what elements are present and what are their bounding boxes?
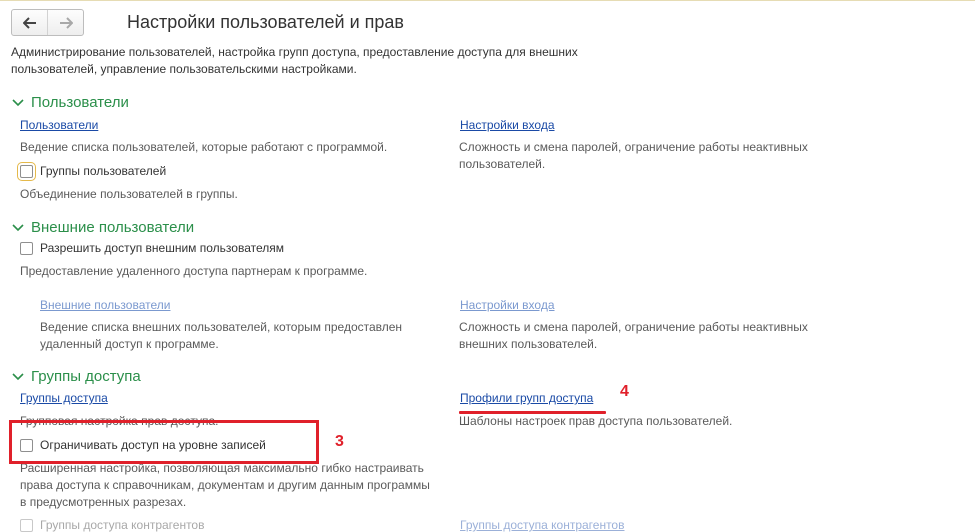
section-access-header[interactable]: Группы доступа <box>11 368 141 385</box>
nav-buttons <box>11 9 84 36</box>
chevron-down-icon <box>12 372 24 380</box>
contractor-groups-checkbox-row[interactable]: Группы доступа контрагентов <box>20 518 204 532</box>
external-login-settings-link[interactable]: Настройки входа <box>460 298 555 312</box>
annotation-highlight-box <box>9 420 319 464</box>
top-border <box>0 0 975 1</box>
section-external-header[interactable]: Внешние пользователи <box>11 219 194 236</box>
allow-external-checkbox[interactable] <box>20 241 33 255</box>
external-login-settings-description: Сложность и смена паролей, ограничение р… <box>459 320 808 351</box>
contractor-groups-label: Группы доступа контрагентов <box>40 518 205 532</box>
page-title: Настройки пользователей и прав <box>127 12 404 32</box>
contractor-groups-checkbox[interactable] <box>20 518 33 532</box>
user-groups-checkbox-row[interactable]: Группы пользователей <box>17 161 167 181</box>
external-users-link[interactable]: Внешние пользователи <box>40 298 170 312</box>
page-description: Администрирование пользователей, настрой… <box>11 45 578 76</box>
annotation-number-4: 4 <box>620 383 629 400</box>
login-settings-description: Сложность и смена паролей, ограничение р… <box>459 140 808 171</box>
external-users-description: Ведение списка внешних пользователей, ко… <box>40 320 403 351</box>
user-groups-description: Объединение пользователей в группы. <box>20 187 238 201</box>
chevron-down-icon <box>12 98 24 106</box>
annotation-number-3: 3 <box>335 433 344 450</box>
access-groups-link[interactable]: Группы доступа <box>20 391 108 405</box>
access-profiles-description: Шаблоны настроек прав доступа пользовате… <box>459 414 733 428</box>
user-groups-checkbox[interactable] <box>17 161 36 181</box>
access-profiles-link[interactable]: Профили групп доступа <box>460 391 593 405</box>
arrow-left-icon <box>22 16 36 29</box>
restrict-records-description: Расширенная настройка, позволяющая макси… <box>20 461 430 509</box>
contractor-groups-link[interactable]: Группы доступа контрагентов <box>460 518 624 532</box>
users-link[interactable]: Пользователи <box>20 118 98 132</box>
section-access-title: Группы доступа <box>31 368 141 385</box>
login-settings-link[interactable]: Настройки входа <box>460 118 555 132</box>
user-groups-label: Группы пользователей <box>40 164 167 178</box>
users-description: Ведение списка пользователей, которые ра… <box>20 140 388 154</box>
section-external-title: Внешние пользователи <box>31 219 195 236</box>
forward-button[interactable] <box>47 10 83 35</box>
annotation-underline <box>459 411 606 414</box>
chevron-down-icon <box>12 223 24 231</box>
section-users-title: Пользователи <box>31 94 129 111</box>
arrow-right-icon <box>59 16 73 29</box>
back-button[interactable] <box>12 10 47 35</box>
allow-external-checkbox-row[interactable]: Разрешить доступ внешним пользователям <box>20 241 284 255</box>
allow-external-label: Разрешить доступ внешним пользователям <box>40 241 285 255</box>
section-users-header[interactable]: Пользователи <box>11 94 129 111</box>
allow-external-description: Предоставление удаленного доступа партне… <box>20 264 368 278</box>
